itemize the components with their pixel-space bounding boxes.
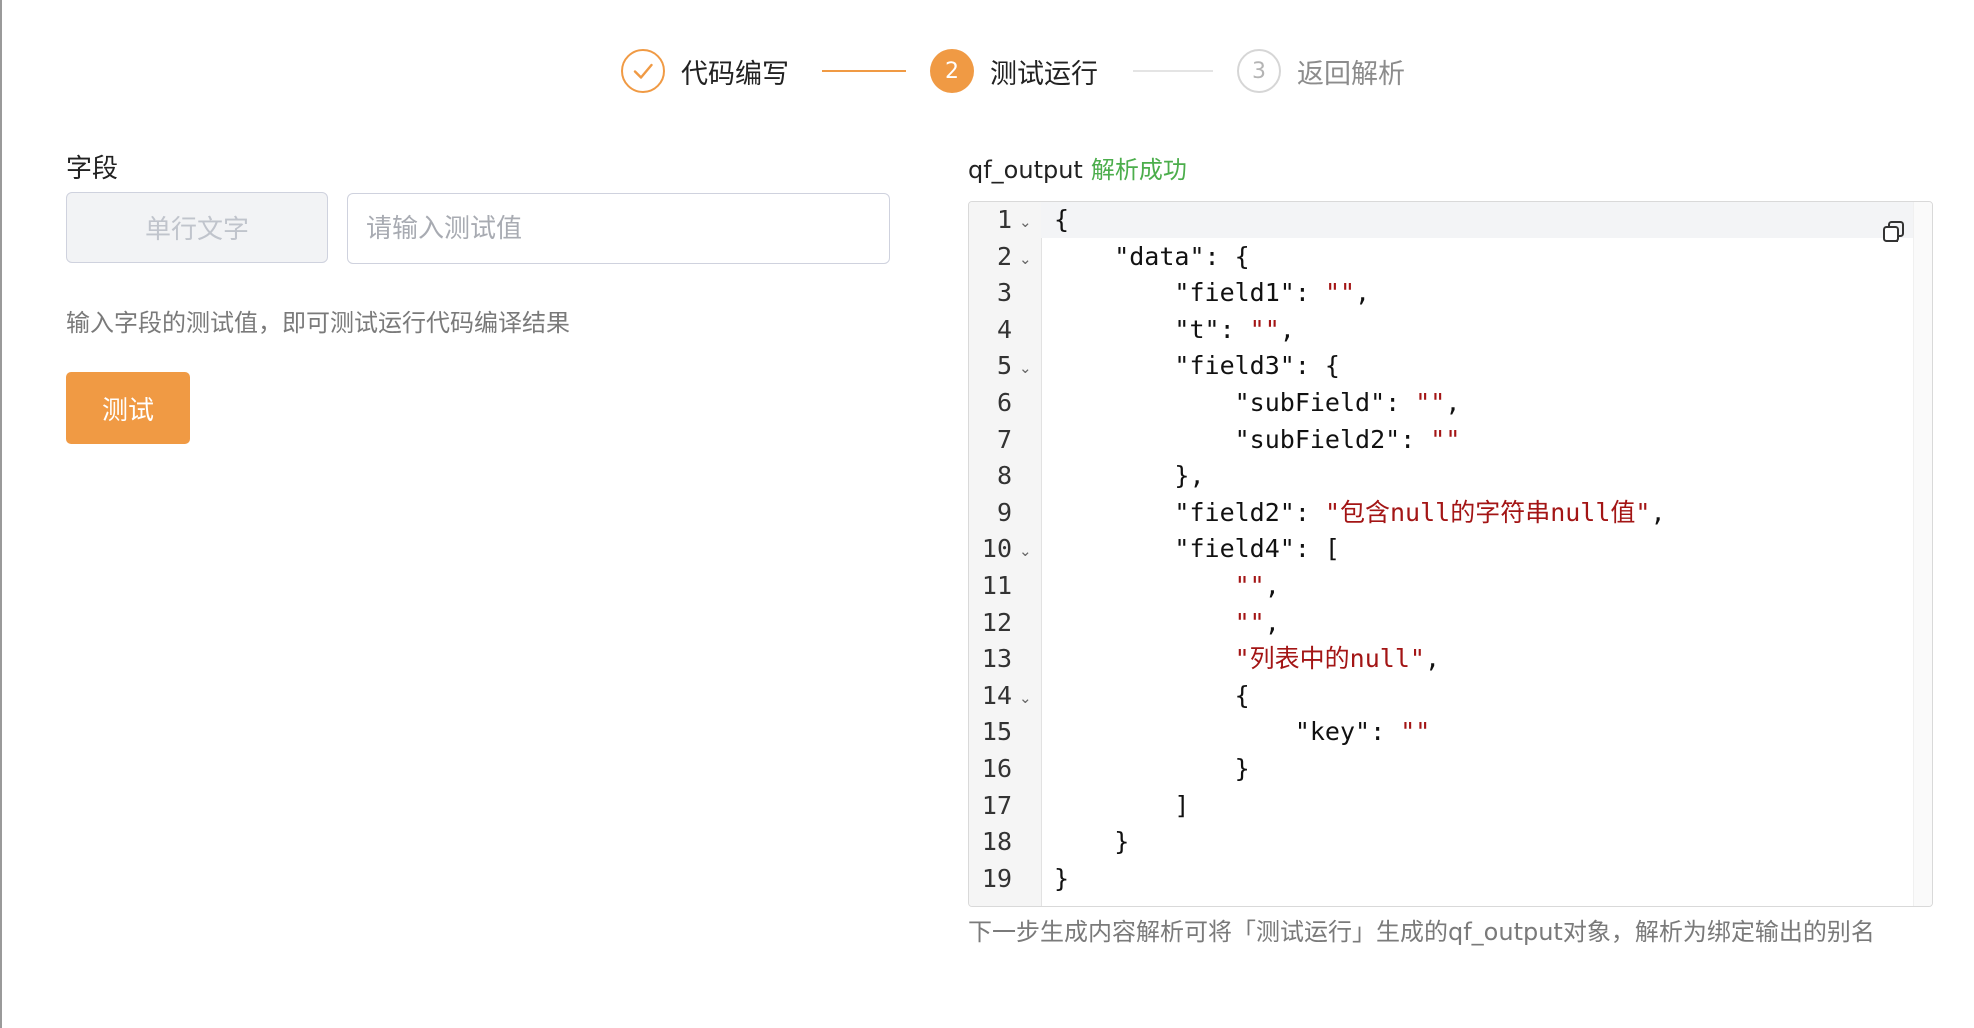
code-text: } bbox=[1054, 827, 1130, 857]
step-connector-pending bbox=[1133, 70, 1213, 72]
line-number: 8 bbox=[996, 461, 1012, 491]
test-value-input[interactable] bbox=[347, 193, 890, 264]
fold-chevron-icon[interactable]: ⌄ bbox=[1019, 531, 1032, 571]
code-text: ] bbox=[1054, 790, 1190, 820]
line-number: 16 bbox=[981, 753, 1012, 783]
line-number: 4 bbox=[996, 314, 1012, 344]
field-type-box: 单行文字 bbox=[66, 192, 328, 263]
code-line: 4 "t": "", bbox=[969, 312, 1932, 349]
fold-chevron-icon[interactable]: ⌄ bbox=[1019, 239, 1032, 279]
output-name: qf_output bbox=[968, 156, 1083, 184]
output-footnote: 下一步生成内容解析可将「测试运行」生成的qf_output对象，解析为绑定输出的… bbox=[968, 918, 1875, 946]
code-text: "列表中的null", bbox=[1234, 644, 1440, 674]
test-button[interactable]: 测试 bbox=[66, 372, 190, 444]
line-number: 18 bbox=[981, 827, 1012, 857]
line-number: 17 bbox=[981, 790, 1012, 820]
code-text: { bbox=[1054, 680, 1250, 710]
line-number: 12 bbox=[981, 607, 1012, 637]
line-number: 9 bbox=[996, 497, 1012, 527]
test-hint: 输入字段的测试值，即可测试运行代码编译结果 bbox=[66, 309, 570, 337]
code-line: 13 "列表中的null", bbox=[969, 641, 1932, 678]
line-number: 1 bbox=[996, 205, 1012, 234]
line-number: 15 bbox=[981, 717, 1012, 747]
line-number: 5 bbox=[996, 351, 1012, 381]
code-text: "field3": { bbox=[1054, 351, 1340, 381]
output-header: qf_output 解析成功 bbox=[968, 150, 1187, 185]
code-text: "field4": [ bbox=[1054, 534, 1340, 564]
step-code-writing[interactable]: 代码编写 bbox=[621, 47, 789, 95]
code-text: }, bbox=[1054, 461, 1205, 491]
code-line: 3 "field1": "", bbox=[969, 275, 1932, 312]
line-number: 2 bbox=[996, 241, 1012, 271]
fold-chevron-icon[interactable]: ⌄ bbox=[1019, 348, 1032, 388]
line-number: 11 bbox=[981, 570, 1012, 600]
field-label: 字段 bbox=[66, 154, 119, 184]
code-line: 16 } bbox=[969, 751, 1932, 788]
copy-icon[interactable] bbox=[1880, 218, 1908, 246]
code-line: 18 } bbox=[969, 824, 1932, 861]
step-connector-done bbox=[822, 70, 906, 72]
code-text: "data": { bbox=[1054, 241, 1250, 271]
fold-chevron-icon[interactable]: ⌄ bbox=[1019, 202, 1032, 242]
parse-status-badge: 解析成功 bbox=[1090, 156, 1187, 184]
code-text: } bbox=[1054, 863, 1070, 893]
code-text: } bbox=[1054, 753, 1250, 783]
line-number: 13 bbox=[981, 644, 1012, 674]
code-line: 11 "", bbox=[969, 568, 1932, 605]
json-code-editor[interactable]: 1 ⌄{2 ⌄ "data": {3 "field1": "", 4 "t": "",… bbox=[968, 201, 1933, 907]
step-return-parse[interactable]: 3 返回解析 bbox=[1237, 47, 1405, 95]
step-number: 3 bbox=[1237, 49, 1281, 93]
code-text: "field1": "", bbox=[1054, 278, 1371, 308]
code-line: 7 "subField2": "" bbox=[969, 422, 1932, 459]
step-label: 返回解析 bbox=[1297, 58, 1405, 90]
code-lines: 1 ⌄{2 ⌄ "data": {3 "field1": "", 4 "t": "",… bbox=[969, 202, 1932, 897]
fold-chevron-icon[interactable]: ⌄ bbox=[1019, 678, 1032, 718]
code-text: "key": "" bbox=[1054, 717, 1431, 747]
code-line: 5 ⌄ "field3": { bbox=[969, 348, 1932, 385]
code-text: "subField2": "" bbox=[1054, 424, 1461, 454]
line-number: 14 bbox=[981, 680, 1012, 710]
step-label: 代码编写 bbox=[681, 58, 789, 90]
window-left-border bbox=[0, 0, 2, 1028]
line-number: 7 bbox=[996, 424, 1012, 454]
line-number: 19 bbox=[981, 863, 1012, 893]
code-line: 2 ⌄ "data": { bbox=[969, 239, 1932, 276]
code-line: 1 ⌄ { bbox=[969, 202, 1932, 239]
code-text: "field2": "包含null的字符串null值", bbox=[1054, 497, 1666, 527]
code-line: 9 "field2": "包含null的字符串null值", bbox=[969, 495, 1932, 532]
code-line: 15 "key": "" bbox=[969, 714, 1932, 751]
code-line: 10 ⌄ "field4": [ bbox=[969, 531, 1932, 568]
code-line: 12 "", bbox=[969, 605, 1932, 642]
editor-scrollbar[interactable] bbox=[1913, 202, 1932, 906]
step-label: 测试运行 bbox=[990, 58, 1098, 90]
code-line: 19} bbox=[969, 861, 1932, 898]
step-test-run[interactable]: 2 测试运行 bbox=[930, 47, 1098, 95]
check-icon bbox=[621, 49, 665, 93]
code-line: 6 "subField": "", bbox=[969, 385, 1932, 422]
code-text: "", bbox=[1234, 607, 1280, 637]
code-line: 8 }, bbox=[969, 458, 1932, 495]
code-text: "", bbox=[1234, 570, 1280, 600]
code-line: 14 ⌄ { bbox=[969, 678, 1932, 715]
code-text: "t": "", bbox=[1054, 314, 1295, 344]
line-number: 10 bbox=[981, 534, 1012, 564]
code-line: 17 ] bbox=[969, 788, 1932, 825]
step-number: 2 bbox=[930, 49, 974, 93]
code-text: "subField": "", bbox=[1054, 387, 1461, 417]
code-text: { bbox=[1054, 205, 1070, 234]
line-number: 3 bbox=[996, 278, 1012, 308]
line-number: 6 bbox=[996, 387, 1012, 417]
